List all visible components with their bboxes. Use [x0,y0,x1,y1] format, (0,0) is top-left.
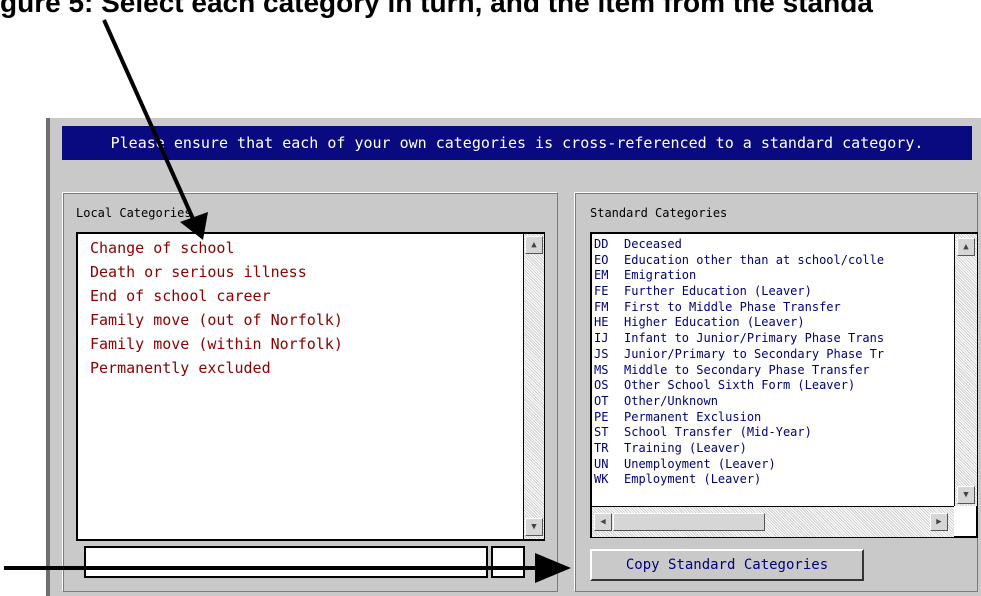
category-label: Other/Unknown [624,393,718,408]
category-code: OS [594,378,609,393]
category-code: WK [594,472,609,487]
category-code: JS [594,346,609,361]
instruction-banner: Please ensure that each of your own cate… [62,126,972,160]
copy-standard-categories-button[interactable]: Copy Standard Categories [590,549,864,581]
category-code: IJ [594,331,609,346]
local-categories-list[interactable]: Change of school Death or serious illness… [76,232,545,541]
category-label: Education other than at school/colle [624,252,885,267]
category-label: Deceased [624,237,682,251]
category-code: MS [594,362,609,377]
category-label: Emigration [624,268,697,283]
hscroll-thumb[interactable] [613,513,765,531]
standard-list-vscrollbar[interactable]: ▲ ▼ [954,234,977,506]
category-code: EO [594,252,609,267]
category-code: DD [594,237,609,251]
list-item[interactable]: FM First to Middle Phase Transfer [592,300,952,316]
category-code: FE [594,284,609,299]
category-label: Training (Leaver) [624,440,747,455]
category-label: Junior/Primary to Secondary Phase Tr [624,346,885,361]
list-item[interactable]: Family move (out of Norfolk) [78,308,518,332]
local-list-scrollbar[interactable]: ▲ ▼ [523,234,544,539]
scroll-down-icon[interactable]: ▼ [525,518,543,536]
standard-list-hscrollbar[interactable]: ◀ ▶ [592,506,954,537]
standard-categories-label: Standard Categories [590,206,728,220]
list-item[interactable]: End of school career [78,284,518,308]
list-item[interactable]: HE Higher Education (Leaver) [592,315,952,331]
list-item[interactable]: EO Education other than at school/colle [592,253,952,269]
category-code: UN [594,456,609,471]
category-code: OT [594,393,609,408]
list-item[interactable]: PE Permanent Exclusion [592,410,952,426]
list-item[interactable]: Family move (within Norfolk) [78,332,518,356]
category-code: FM [594,299,609,314]
list-item[interactable]: Death or serious illness [78,260,518,284]
scroll-up-icon[interactable]: ▲ [525,236,543,254]
category-code: EM [594,268,609,283]
category-label: First to Middle Phase Transfer [624,299,841,314]
list-item[interactable]: FE Further Education (Leaver) [592,284,952,300]
category-label: Permanent Exclusion [624,409,762,424]
category-code: PE [594,409,609,424]
category-label: Unemployment (Leaver) [624,456,776,471]
list-item[interactable]: WK Employment (Leaver) [592,472,952,488]
list-item[interactable]: JS Junior/Primary to Secondary Phase Tr [592,347,952,363]
local-category-name-field[interactable] [84,546,488,578]
list-item[interactable]: DD Deceased [592,237,952,253]
category-label: Middle to Secondary Phase Transfer [624,362,870,377]
scroll-right-icon[interactable]: ▶ [930,513,948,531]
category-code: TR [594,440,609,455]
list-item[interactable]: ST School Transfer (Mid-Year) [592,425,952,441]
figure-caption: gure 5: Select each category in turn, an… [0,0,873,18]
list-item[interactable]: EM Emigration [592,268,952,284]
window-border [46,118,50,596]
local-category-code-field[interactable] [491,546,525,578]
list-item[interactable]: OS Other School Sixth Form (Leaver) [592,378,952,394]
category-label: School Transfer (Mid-Year) [624,425,812,440]
category-label: Further Education (Leaver) [624,284,812,299]
scroll-up-icon[interactable]: ▲ [957,238,975,256]
list-item[interactable]: TR Training (Leaver) [592,441,952,457]
category-code: ST [594,425,609,440]
list-item[interactable]: Permanently excluded [78,356,518,380]
scroll-left-icon[interactable]: ◀ [594,513,612,531]
list-item[interactable]: MS Middle to Secondary Phase Transfer [592,363,952,379]
category-label: Infant to Junior/Primary Phase Trans [624,331,885,346]
list-item[interactable]: UN Unemployment (Leaver) [592,457,952,473]
category-label: Employment (Leaver) [624,472,762,487]
category-label: Higher Education (Leaver) [624,315,805,330]
list-item[interactable]: IJ Infant to Junior/Primary Phase Trans [592,331,952,347]
standard-categories-list[interactable]: DD Deceased EO Education other than at scho… [590,232,978,538]
category-label: Other School Sixth Form (Leaver) [624,378,856,393]
local-categories-label: Local Categories [76,206,192,220]
list-item[interactable]: Change of school [78,236,518,260]
list-item[interactable]: OT Other/Unknown [592,394,952,410]
scroll-down-icon[interactable]: ▼ [957,486,975,504]
category-code: HE [594,315,609,330]
